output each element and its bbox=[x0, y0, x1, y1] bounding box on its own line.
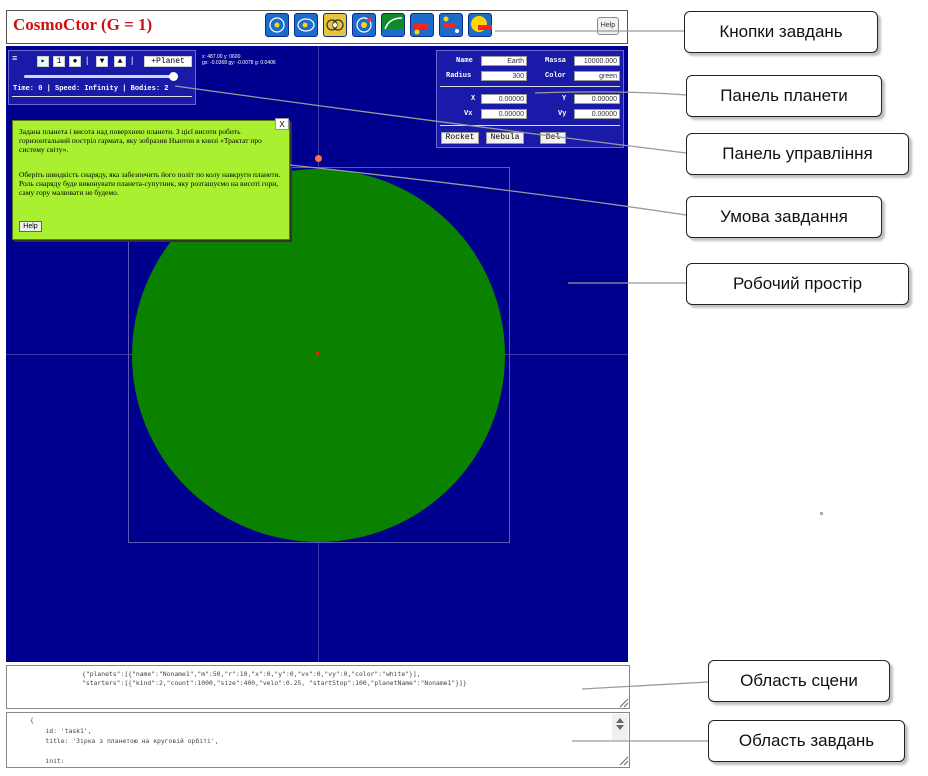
callout-task-condition: Умова завдання bbox=[686, 196, 882, 238]
callout-control-panel: Панель управління bbox=[686, 133, 909, 175]
callout-scene-area: Область сцени bbox=[708, 660, 890, 702]
callout-tasks-area: Область завдань bbox=[708, 720, 905, 762]
stray-marker bbox=[820, 512, 823, 515]
callout-task-buttons: Кнопки завдань bbox=[684, 11, 878, 53]
callout-planet-panel: Панель планети bbox=[686, 75, 882, 117]
callout-workspace: Робочий простір bbox=[686, 263, 909, 305]
